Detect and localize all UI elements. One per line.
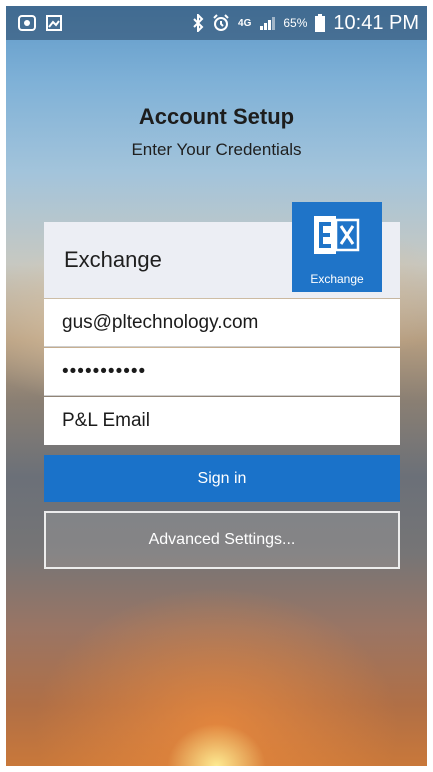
alarm-icon xyxy=(212,14,230,32)
advanced-settings-button[interactable]: Advanced Settings... xyxy=(44,511,400,569)
page-title: Account Setup xyxy=(138,104,295,129)
exchange-logo-icon xyxy=(314,216,360,265)
gallery-notification-icon xyxy=(46,15,62,31)
status-bar: 4G 65% 10:41 PM xyxy=(6,6,427,40)
account-type-label: Exchange xyxy=(64,247,162,272)
exchange-logo: Exchange xyxy=(292,202,382,292)
sign-in-button[interactable]: Sign in xyxy=(44,455,400,502)
email-field[interactable]: gus@pltechnology.com xyxy=(44,299,400,347)
page-subtitle: Enter Your Credentials xyxy=(131,140,302,159)
4g-lte-icon: 4G xyxy=(238,17,252,29)
password-field[interactable]: ••••••••••• xyxy=(44,348,400,396)
battery-percent: 65% xyxy=(283,16,308,30)
app-screen: 4G 65% 10:41 PM Account Setup Enter Your… xyxy=(6,6,427,766)
clock: 10:41 PM xyxy=(333,11,419,34)
signal-icon xyxy=(259,16,276,30)
data-saver-icon xyxy=(18,15,36,31)
bluetooth-icon xyxy=(192,14,204,32)
exchange-logo-label: Exchange xyxy=(310,272,364,286)
account-description-field[interactable]: P&L Email xyxy=(44,397,400,445)
battery-icon xyxy=(315,14,326,32)
